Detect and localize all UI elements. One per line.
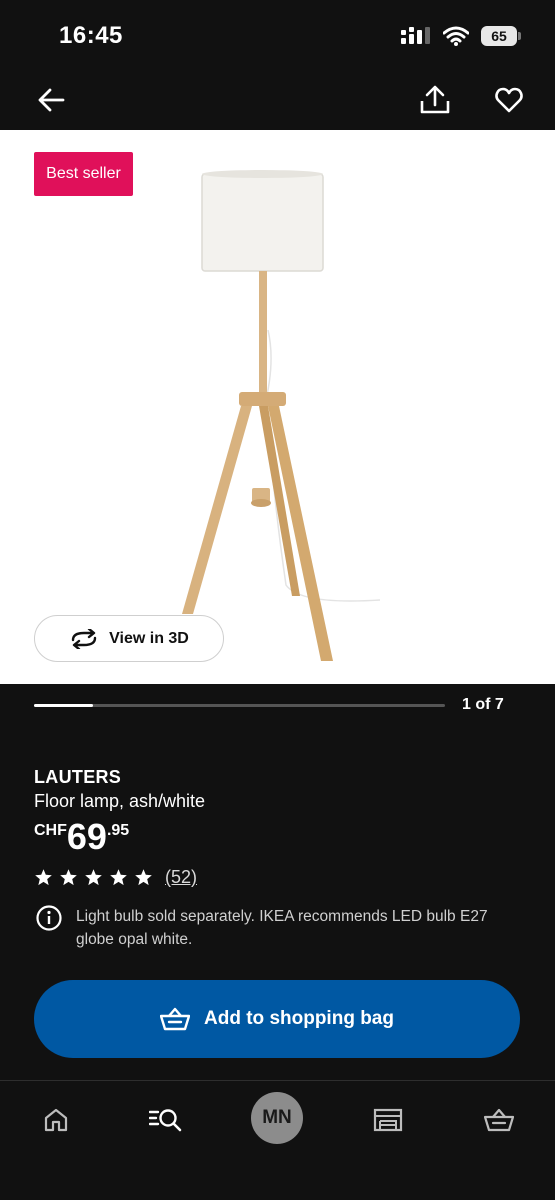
tab-home[interactable] (31, 1095, 81, 1145)
cellular-signal-icon (401, 27, 430, 44)
review-count-link[interactable]: (52) (165, 867, 197, 888)
status-bar: 16:45 65 (0, 0, 555, 70)
info-icon (36, 905, 62, 931)
basket-icon (160, 1007, 191, 1031)
star-icon (85, 869, 102, 886)
tab-search[interactable] (141, 1095, 191, 1145)
product-price: CHF 69 .95 (34, 818, 129, 856)
rating-stars (34, 868, 153, 887)
rotate-3d-icon (71, 628, 97, 649)
product-image-carousel[interactable]: Best seller View in 3D (0, 130, 555, 684)
product-image (182, 170, 381, 661)
wifi-icon (443, 26, 469, 46)
price-integer: 69 (66, 816, 107, 857)
top-nav (0, 70, 555, 130)
star-icon (35, 869, 52, 886)
share-button[interactable] (417, 82, 453, 118)
star-icon (60, 869, 77, 886)
info-note: Light bulb sold separately. IKEA recomme… (36, 905, 526, 951)
battery-indicator: 65 (481, 26, 521, 46)
image-progress-bar (34, 704, 445, 707)
status-time: 16:45 (59, 22, 123, 49)
product-description: Floor lamp, ash/white (34, 791, 206, 811)
view-in-3d-label: View in 3D (109, 629, 189, 647)
tab-stores[interactable] (363, 1095, 413, 1145)
share-icon (420, 85, 450, 114)
favourite-button[interactable] (491, 82, 527, 118)
add-to-bag-label: Add to shopping bag (204, 1008, 394, 1029)
best-seller-badge: Best seller (34, 152, 133, 196)
info-note-text: Light bulb sold separately. IKEA recomme… (76, 908, 488, 948)
add-to-shopping-bag-button[interactable]: Add to shopping bag (34, 980, 520, 1058)
product-name: LAUTERS (34, 767, 122, 787)
price-currency: CHF (34, 822, 67, 839)
status-icons: 65 (401, 26, 521, 46)
price-decimal: .95 (106, 822, 130, 839)
back-arrow-icon (38, 88, 65, 112)
search-icon (149, 1109, 182, 1132)
back-button[interactable] (33, 82, 69, 118)
star-icon (135, 869, 152, 886)
image-page-count: 1 of 7 (462, 696, 504, 713)
store-icon (373, 1108, 403, 1132)
home-icon (44, 1108, 68, 1132)
heart-icon (495, 87, 523, 113)
image-progress-fill (34, 704, 93, 707)
view-in-3d-button[interactable]: View in 3D (34, 615, 224, 662)
basket-icon (484, 1108, 514, 1132)
profile-avatar[interactable]: MN (251, 1092, 303, 1144)
product-rating[interactable]: (52) (34, 867, 197, 888)
tab-shopping-bag[interactable] (474, 1095, 524, 1145)
bottom-nav: MN (0, 1081, 555, 1200)
star-icon (110, 869, 127, 886)
